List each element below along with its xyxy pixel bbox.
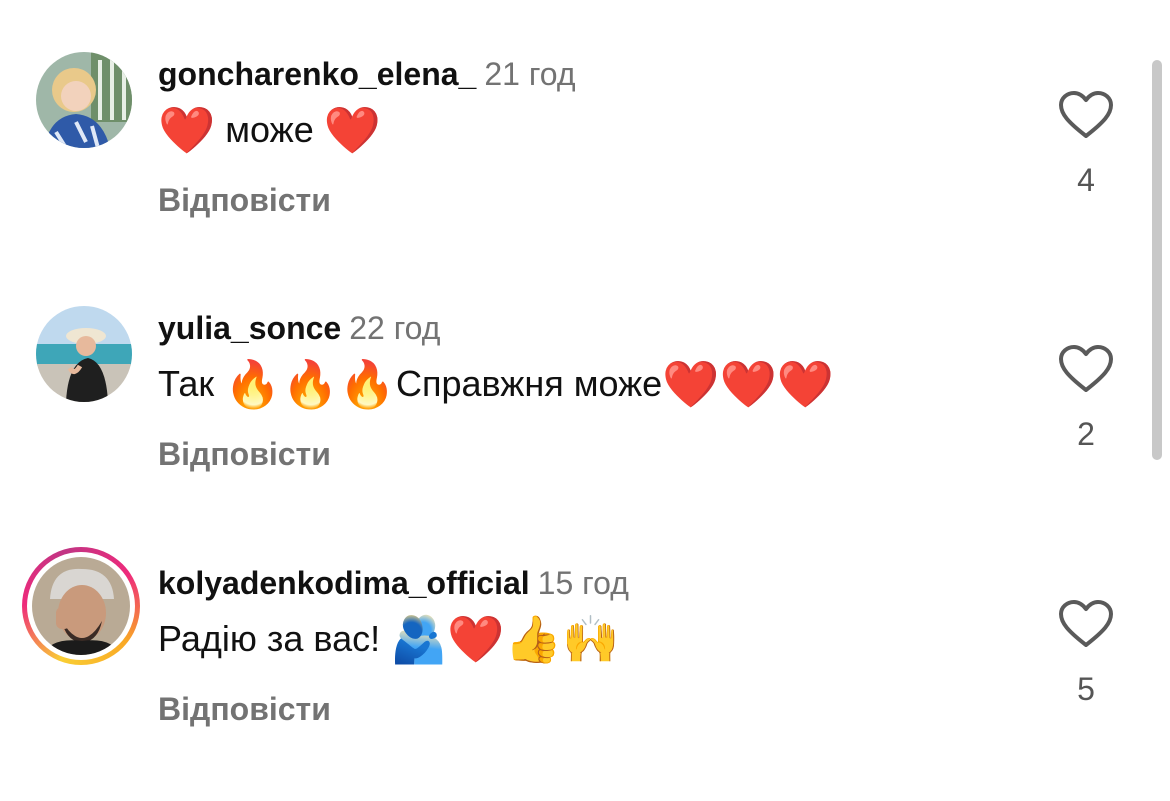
red-heart-emoji: ❤️ xyxy=(447,613,505,665)
fire-emoji: 🔥 xyxy=(281,358,339,410)
scrollbar[interactable] xyxy=(1152,60,1162,460)
username-link[interactable]: yulia_sonce xyxy=(158,310,341,346)
comment-text-part: може xyxy=(215,109,324,150)
thumbs-up-emoji: 👍 xyxy=(504,613,562,665)
raising-hands-emoji: 🙌 xyxy=(561,613,620,665)
comment-text-part: Так xyxy=(158,363,225,404)
avatar xyxy=(32,557,130,655)
red-heart-emoji: ❤️ xyxy=(158,104,216,156)
comment-text-part: Радію за вас! xyxy=(158,618,391,659)
fire-emoji: 🔥 xyxy=(338,358,396,410)
comment-item: goncharenko_elena_ 21 год ❤️ може ❤️ Відп… xyxy=(0,52,1150,292)
comment-header: yulia_sonce 22 год xyxy=(158,308,440,348)
comment-text: Радію за вас! 🫂 ❤️ 👍 🙌 xyxy=(158,611,619,667)
heart-outline-icon[interactable] xyxy=(1058,344,1114,394)
red-heart-emoji: ❤️ xyxy=(719,358,777,410)
reply-button[interactable]: Відповісти xyxy=(158,689,331,729)
avatar[interactable] xyxy=(36,52,132,148)
red-heart-emoji: ❤️ xyxy=(662,358,720,410)
comment-item: kolyadenkodima_official 15 год Радію за в… xyxy=(0,547,1150,801)
avatar[interactable] xyxy=(36,306,132,402)
comment-text: ❤️ може ❤️ xyxy=(158,102,381,158)
comment-time: 21 год xyxy=(484,56,576,92)
heart-outline-icon[interactable] xyxy=(1058,599,1114,649)
comment-text: Так 🔥 🔥 🔥 Справжня може ❤️ ❤️ ❤️ xyxy=(158,356,834,412)
comment-header: goncharenko_elena_ 21 год xyxy=(158,54,576,94)
heart-outline-icon[interactable] xyxy=(1058,90,1114,140)
comment-text-part: Справжня може xyxy=(396,363,663,404)
reply-button[interactable]: Відповісти xyxy=(158,180,331,220)
red-heart-emoji: ❤️ xyxy=(323,104,382,156)
like-count: 5 xyxy=(1077,671,1095,707)
comment-header: kolyadenkodima_official 15 год xyxy=(158,563,629,603)
red-heart-emoji: ❤️ xyxy=(776,358,835,410)
story-ring[interactable] xyxy=(22,547,140,665)
hugging-people-emoji: 🫂 xyxy=(390,613,448,665)
comment-time: 22 год xyxy=(349,310,441,346)
like-count: 4 xyxy=(1077,162,1095,198)
username-link[interactable]: goncharenko_elena_ xyxy=(158,56,476,92)
like-count: 2 xyxy=(1077,416,1095,452)
reply-button[interactable]: Відповісти xyxy=(158,434,331,474)
comment-time: 15 год xyxy=(537,565,629,601)
fire-emoji: 🔥 xyxy=(224,358,282,410)
username-link[interactable]: kolyadenkodima_official xyxy=(158,565,530,601)
comment-item: yulia_sonce 22 год Так 🔥 🔥 🔥 Справжня мож… xyxy=(0,306,1150,546)
